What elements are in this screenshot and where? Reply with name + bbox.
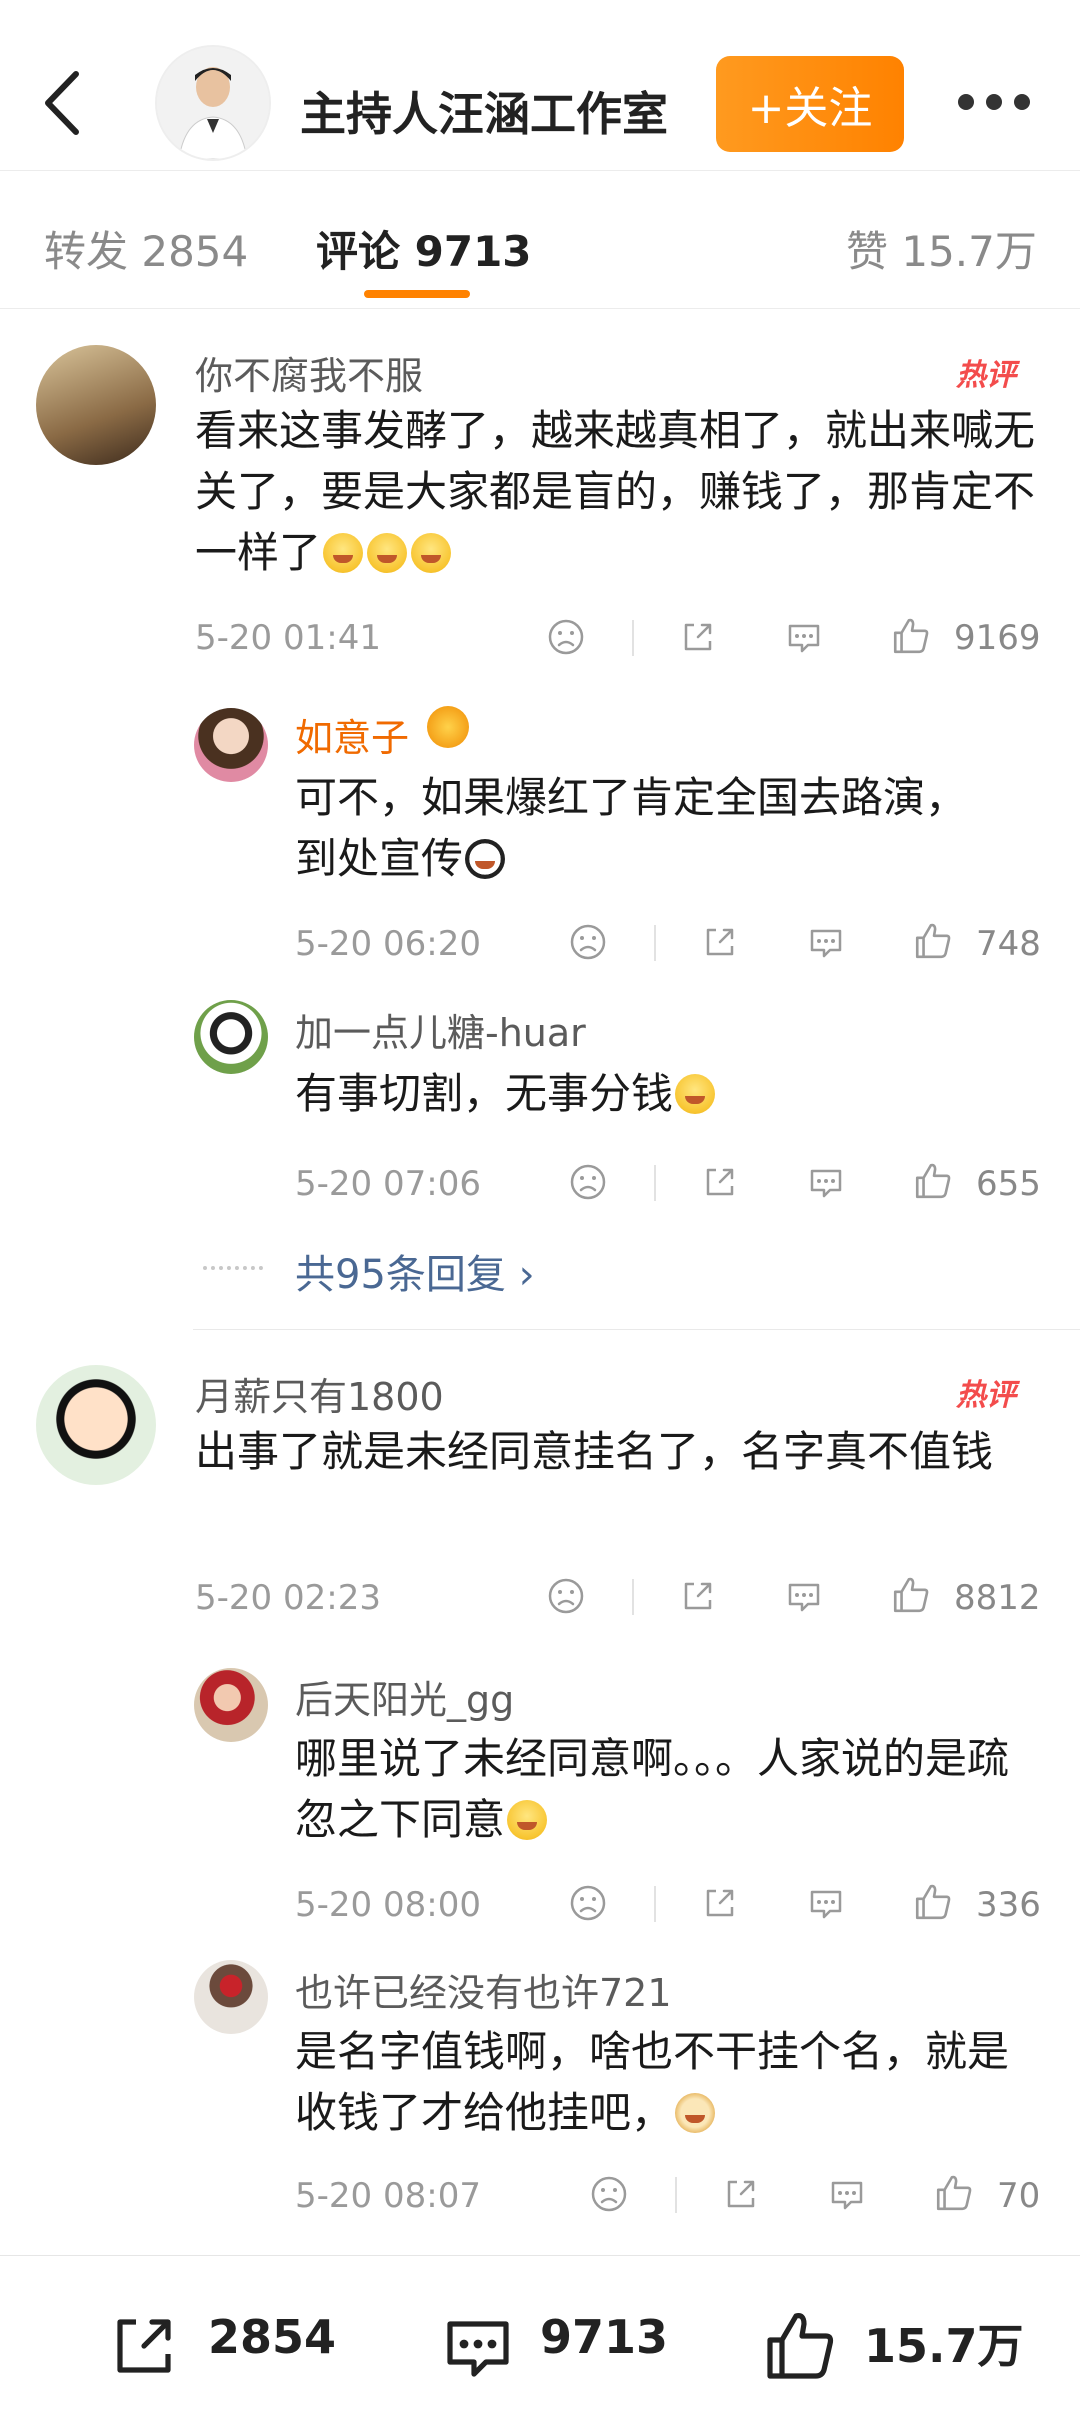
comment-username[interactable]: 你不腐我不服: [195, 345, 423, 400]
divider: [675, 2177, 677, 2213]
reply-username[interactable]: 也许已经没有也许721: [295, 1962, 672, 2017]
reply-time: 5-20 06:20: [295, 924, 481, 964]
avatar[interactable]: [194, 1960, 268, 2034]
dotted-line: [203, 1266, 263, 1270]
comment-icon[interactable]: [438, 2306, 518, 2386]
reply-text: 哪里说了未经同意啊。。。人家说的是疏忽之下同意: [295, 1734, 1010, 1844]
laugh-cry-emoji-icon: [323, 533, 364, 573]
doge-emoji-icon: [675, 2093, 716, 2133]
laugh-cry-emoji-icon: [675, 1074, 716, 1114]
divider: [632, 620, 634, 656]
laugh-cry-emoji-icon: [411, 533, 452, 573]
tab-bar: 转发 2854 评论 9713 赞 15.7万: [0, 170, 1080, 309]
like-count: 655: [976, 1164, 1041, 1204]
reply-time: 5-20 07:06: [295, 1164, 481, 1204]
like-icon[interactable]: [890, 1574, 932, 1616]
like-count: 9169: [954, 618, 1041, 658]
divider: [632, 1579, 634, 1615]
share-icon[interactable]: [700, 1883, 740, 1923]
hot-comment-badge: 热评: [956, 1378, 1016, 1413]
avatar[interactable]: [194, 708, 268, 782]
share-icon[interactable]: [678, 1576, 718, 1616]
share-icon[interactable]: [700, 922, 740, 962]
comment-time: 5-20 01:41: [195, 618, 381, 658]
avatar[interactable]: [194, 1000, 268, 1074]
more-replies-link[interactable]: 共95条回复 ›: [295, 1242, 535, 1300]
account-avatar[interactable]: [155, 45, 271, 161]
reply-text: 可不，如果爆红了肯定全国去路演，到处宣传: [295, 773, 968, 883]
dislike-icon[interactable]: [546, 1576, 586, 1616]
comment-username[interactable]: 月薪只有1800: [195, 1366, 444, 1421]
reply-icon[interactable]: [806, 922, 846, 962]
laugh-cry-emoji-icon: [367, 533, 408, 573]
dislike-icon[interactable]: [568, 1883, 608, 1923]
reply-text: 有事切割，无事分钱: [295, 1063, 995, 1124]
avatar[interactable]: [36, 345, 156, 465]
like-icon[interactable]: [890, 615, 932, 657]
back-icon[interactable]: [40, 68, 84, 138]
comment-text: 出事了就是未经同意挂名了，名字真不值钱: [195, 1427, 994, 1476]
comment-divider: [193, 1329, 1080, 1330]
divider: [654, 925, 656, 961]
laugh-cry-emoji-icon: [507, 1800, 548, 1840]
like-icon[interactable]: [912, 920, 954, 962]
share-icon[interactable]: [700, 1162, 740, 1202]
reply-icon[interactable]: [784, 1576, 824, 1616]
like-icon[interactable]: [912, 1881, 954, 1923]
dislike-icon[interactable]: [546, 617, 586, 657]
like-count: 8812: [954, 1578, 1041, 1618]
repost-icon[interactable]: [104, 2306, 184, 2386]
comment-count[interactable]: 9713: [540, 2310, 668, 2364]
share-icon[interactable]: [721, 2174, 761, 2214]
repost-count[interactable]: 2854: [208, 2310, 336, 2364]
reply-username[interactable]: 加一点儿糖-huar: [295, 1002, 586, 1057]
like-icon[interactable]: [760, 2306, 840, 2386]
avatar[interactable]: [194, 1668, 268, 1742]
panda-emoji-icon: [465, 839, 506, 879]
reply-icon[interactable]: [784, 617, 824, 657]
follow-button[interactable]: +关注: [716, 56, 904, 152]
dislike-icon[interactable]: [589, 2174, 629, 2214]
bottom-action-bar: 2854 9713 15.7万: [0, 2255, 1080, 2424]
like-count[interactable]: 15.7万: [864, 2310, 1024, 2376]
hot-comment-badge: 热评: [956, 358, 1016, 393]
comment-time: 5-20 02:23: [195, 1578, 381, 1618]
like-icon[interactable]: [933, 2172, 975, 2214]
share-icon[interactable]: [678, 617, 718, 657]
reply-time: 5-20 08:07: [295, 2176, 481, 2216]
reply-text: 是名字值钱啊，啥也不干挂个名，就是收钱了才给他挂吧，: [295, 2027, 1010, 2137]
reply-username[interactable]: 后天阳光_gg: [295, 1669, 514, 1724]
like-count: 336: [976, 1885, 1041, 1925]
like-count: 70: [997, 2176, 1041, 2216]
divider: [654, 1165, 656, 1201]
top-bar: 主持人汪涵工作室 +关注: [0, 0, 1080, 171]
like-count: 748: [976, 924, 1041, 964]
account-name[interactable]: 主持人汪涵工作室: [300, 78, 668, 144]
avatar[interactable]: [36, 1365, 156, 1485]
comment-text: 看来这事发酵了，越来越真相了，就出来喊无关了，要是大家都是盲的，赚钱了，那肯定不…: [195, 406, 1036, 577]
tab-comment[interactable]: 评论 9713: [316, 218, 532, 279]
reply-time: 5-20 08:00: [295, 1885, 481, 1925]
tab-active-indicator: [364, 290, 470, 298]
reply-icon[interactable]: [806, 1162, 846, 1202]
dislike-icon[interactable]: [568, 922, 608, 962]
divider: [654, 1886, 656, 1922]
reply-icon[interactable]: [806, 1883, 846, 1923]
more-options-icon[interactable]: [958, 94, 1030, 116]
vip-crown-icon: [427, 706, 469, 748]
reply-username[interactable]: 如意子: [295, 707, 409, 762]
tab-repost[interactable]: 转发 2854: [44, 218, 248, 279]
reply-icon[interactable]: [827, 2174, 867, 2214]
tab-like[interactable]: 赞 15.7万: [846, 218, 1037, 279]
dislike-icon[interactable]: [568, 1162, 608, 1202]
chevron-right-icon: ›: [518, 1252, 535, 1298]
like-icon[interactable]: [912, 1160, 954, 1202]
